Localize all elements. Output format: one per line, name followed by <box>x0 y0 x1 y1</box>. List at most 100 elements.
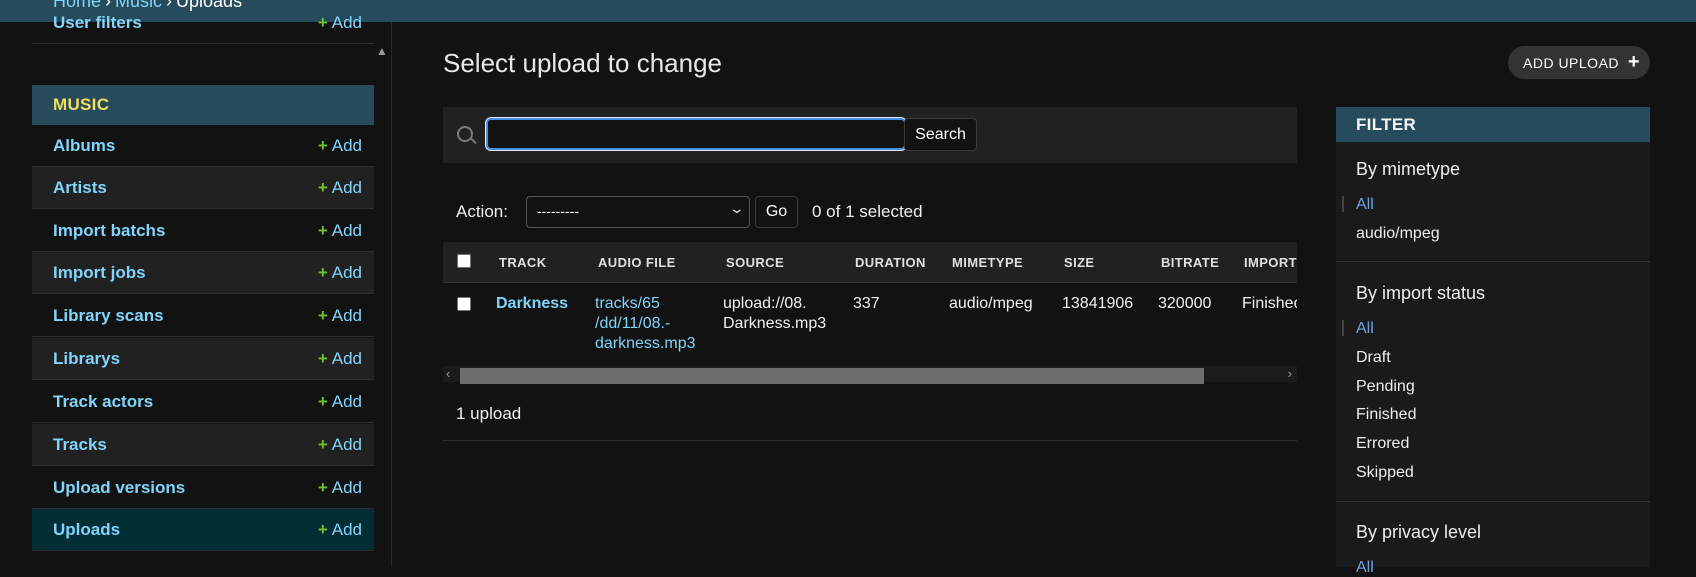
add-link[interactable]: + Add <box>318 178 362 198</box>
plus-icon: + <box>317 520 328 539</box>
sidebar-item-uploads[interactable]: Uploads + Add <box>32 509 374 551</box>
selected-marker <box>1342 196 1344 212</box>
select-all-checkbox[interactable] <box>457 254 471 268</box>
filter-option-status-pending[interactable]: Pending <box>1356 378 1415 396</box>
sidebar-item-librarys[interactable]: Librarys + Add <box>32 338 374 380</box>
divider <box>1336 261 1650 262</box>
sidebar-item-label[interactable]: Import jobs <box>53 263 146 283</box>
plus-icon: + <box>317 349 328 368</box>
column-header-source[interactable]: SOURCE <box>726 255 784 270</box>
plus-icon: + <box>317 392 328 411</box>
add-link[interactable]: + Add <box>318 520 362 540</box>
plus-icon: + <box>317 136 328 155</box>
sidebar-item-track-actors[interactable]: Track actors + Add <box>32 381 374 423</box>
add-link[interactable]: + Add <box>318 349 362 369</box>
bitrate-cell: 320000 <box>1158 295 1212 312</box>
audio-file-link[interactable]: tracks/65/dd/11/08.- darkness.mp3 <box>595 294 696 354</box>
add-link[interactable]: + Add <box>318 13 362 33</box>
search-input[interactable] <box>485 117 907 151</box>
column-header-mimetype[interactable]: MIMETYPE <box>952 255 1023 270</box>
sidebar-item-label[interactable]: Librarys <box>53 349 120 369</box>
add-link[interactable]: + Add <box>318 435 362 455</box>
column-header-duration[interactable]: DURATION <box>855 255 926 270</box>
filter-header: FILTER <box>1336 107 1650 142</box>
sidebar-section-music[interactable]: MUSIC <box>32 85 374 125</box>
filter-option-mimetype-audio-mpeg[interactable]: audio/mpeg <box>1356 225 1440 243</box>
chevron-down-icon: ⌄ <box>728 200 746 216</box>
column-header-audio-file[interactable]: AUDIO FILE <box>598 255 676 270</box>
sidebar-item-label[interactable]: Upload versions <box>53 478 185 498</box>
sidebar-item-import-batchs[interactable]: Import batchs + Add <box>32 210 374 252</box>
section-caption[interactable]: MUSIC <box>53 95 109 115</box>
sidebar-item-label[interactable]: Artists <box>53 178 107 198</box>
column-header-import-status[interactable]: IMPORT <box>1244 255 1297 270</box>
filter-option-mimetype-all[interactable]: All <box>1356 196 1374 214</box>
add-upload-label: ADD UPLOAD <box>1523 55 1620 71</box>
add-link[interactable]: + Add <box>318 136 362 156</box>
sidebar-item-upload-versions[interactable]: Upload versions + Add <box>32 467 374 509</box>
selected-marker <box>1342 320 1344 336</box>
filter-title: FILTER <box>1356 115 1417 134</box>
selected-count: 0 of 1 selected <box>812 202 923 221</box>
plus-icon: + <box>317 178 328 197</box>
import-status-cell: Finished <box>1242 295 1297 312</box>
sidebar-item-tracks[interactable]: Tracks + Add <box>32 424 374 466</box>
plus-icon: + <box>317 435 328 454</box>
row-checkbox[interactable] <box>457 297 471 311</box>
filter-option-privacy-all[interactable]: All <box>1356 559 1374 577</box>
go-button[interactable]: Go <box>755 196 798 228</box>
column-header-bitrate[interactable]: BITRATE <box>1161 255 1219 270</box>
filter-option-status-errored[interactable]: Errored <box>1356 435 1409 453</box>
plus-icon: + <box>317 263 328 282</box>
scroll-left-icon[interactable]: ‹ <box>446 366 450 381</box>
scroll-up-icon[interactable]: ▲ <box>376 44 388 58</box>
sidebar-item-label[interactable]: Track actors <box>53 392 153 412</box>
action-label: Action: <box>456 202 508 221</box>
track-link[interactable]: Darkness <box>496 295 568 312</box>
table-header-row: TRACK AUDIO FILE SOURCE DURATION MIMETYP… <box>443 242 1297 283</box>
horizontal-scrollbar[interactable]: ‹ › <box>443 366 1297 384</box>
sidebar-item-label[interactable]: User filters <box>53 13 142 33</box>
plus-icon: + <box>317 306 328 325</box>
duration-cell: 337 <box>853 295 880 312</box>
source-cell: upload://08. Darkness.mp3 <box>723 295 827 332</box>
mimetype-cell: audio/mpeg <box>949 295 1033 312</box>
filter-option-status-skipped[interactable]: Skipped <box>1356 464 1414 482</box>
sidebar-item-label[interactable]: Tracks <box>53 435 107 455</box>
column-header-size[interactable]: SIZE <box>1064 255 1095 270</box>
sidebar-item-label[interactable]: Import batchs <box>53 221 165 241</box>
filter-group-title: By privacy level <box>1356 522 1482 542</box>
sidebar-item-albums[interactable]: Albums + Add <box>32 125 374 167</box>
action-select[interactable]: --------- ⌄ <box>526 196 750 228</box>
filter-panel: FILTER By mimetype All audio/mpeg By imp… <box>1336 107 1650 576</box>
sidebar-item-user-filters[interactable]: User filters + Add <box>32 2 374 44</box>
sidebar-item-import-jobs[interactable]: Import jobs + Add <box>32 252 374 294</box>
plus-icon: + <box>317 478 328 497</box>
results-table: TRACK AUDIO FILE SOURCE DURATION MIMETYP… <box>443 242 1297 384</box>
action-select-value: --------- <box>537 203 579 219</box>
sidebar-item-library-scans[interactable]: Library scans + Add <box>32 295 374 337</box>
page-title: Select upload to change <box>443 48 722 78</box>
search-icon <box>457 126 473 142</box>
add-link[interactable]: + Add <box>318 392 362 412</box>
search-toolbar: Search <box>443 107 1297 163</box>
scrollbar-thumb[interactable] <box>460 368 1204 384</box>
add-upload-button[interactable]: ADD UPLOAD + <box>1508 46 1650 79</box>
filter-option-status-draft[interactable]: Draft <box>1356 349 1391 367</box>
add-link[interactable]: + Add <box>318 306 362 326</box>
sidebar-item-label[interactable]: Uploads <box>53 520 120 540</box>
add-link[interactable]: + Add <box>318 263 362 283</box>
filter-option-status-finished[interactable]: Finished <box>1356 406 1416 424</box>
search-button[interactable]: Search <box>904 118 977 151</box>
scroll-right-icon[interactable]: › <box>1288 366 1292 381</box>
divider <box>443 440 1297 441</box>
sidebar-item-label[interactable]: Albums <box>53 136 115 156</box>
sidebar-item-label[interactable]: Library scans <box>53 306 164 326</box>
column-header-track[interactable]: TRACK <box>499 255 547 270</box>
sidebar-item-artists[interactable]: Artists + Add <box>32 167 374 209</box>
add-link[interactable]: + Add <box>318 478 362 498</box>
paginator-count: 1 upload <box>456 404 522 423</box>
plus-icon: + <box>317 221 328 240</box>
add-link[interactable]: + Add <box>318 221 362 241</box>
filter-option-status-all[interactable]: All <box>1356 320 1374 338</box>
